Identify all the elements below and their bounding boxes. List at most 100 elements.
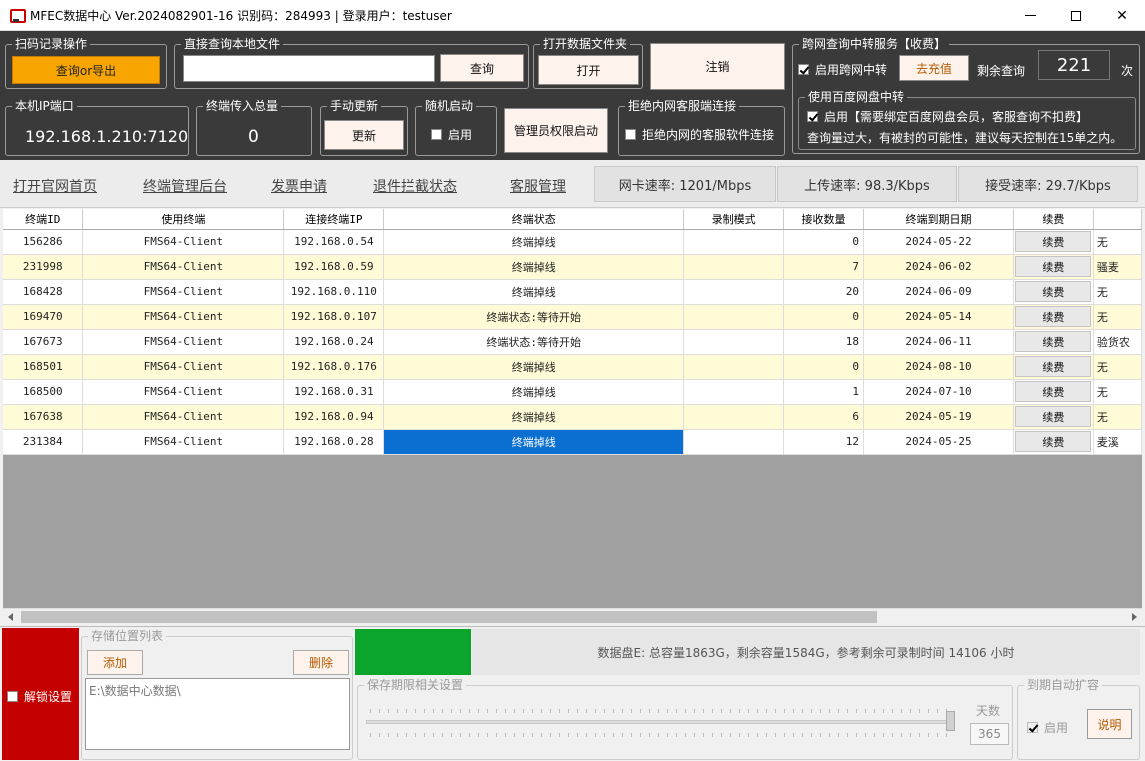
cell-terminal-id[interactable]: 168428 — [3, 279, 84, 305]
query-export-button[interactable]: 查询or导出 — [12, 56, 160, 84]
cell-client[interactable]: FMS64-Client — [82, 329, 285, 355]
cell-renew[interactable]: 续费 — [1013, 229, 1094, 255]
renew-button[interactable]: 续费 — [1015, 231, 1092, 252]
col-receive-count[interactable]: 接收数量 — [783, 209, 865, 230]
cell-note[interactable]: 骚麦 — [1093, 254, 1142, 280]
cell-terminal-id[interactable]: 168500 — [3, 379, 84, 405]
baidu-enable-checkbox[interactable]: 启用【需要绑定百度网盘会员，客服查询不扣费】 — [807, 108, 1088, 125]
cell-ip[interactable]: 192.168.0.94 — [283, 404, 385, 430]
auto-extend-checkbox[interactable]: 启用 — [1027, 719, 1068, 736]
cell-client[interactable]: FMS64-Client — [82, 429, 285, 455]
cell-terminal-id[interactable]: 167638 — [3, 404, 84, 430]
reject-lan-checkbox[interactable]: 拒绝内网的客服软件连接 — [625, 126, 774, 143]
close-button[interactable]: ✕ — [1099, 0, 1145, 31]
cell-record-mode[interactable] — [683, 304, 785, 330]
cell-status[interactable]: 终端掉线 — [383, 354, 685, 380]
cell-note[interactable]: 无 — [1093, 279, 1142, 305]
cell-ip[interactable]: 192.168.0.176 — [283, 354, 385, 380]
renew-button[interactable]: 续费 — [1015, 281, 1092, 302]
col-terminal-id[interactable]: 终端ID — [3, 209, 84, 230]
nav-official-site[interactable]: 打开官网首页 — [13, 176, 97, 196]
cell-receive-count[interactable]: 7 — [783, 254, 865, 280]
cell-receive-count[interactable]: 0 — [783, 354, 865, 380]
cell-terminal-id[interactable]: 231384 — [3, 429, 84, 455]
cell-status[interactable]: 终端掉线 — [383, 379, 685, 405]
nav-return-intercept[interactable]: 退件拦截状态 — [373, 176, 457, 196]
cell-renew[interactable]: 续费 — [1013, 429, 1094, 455]
col-expiry[interactable]: 终端到期日期 — [863, 209, 1014, 230]
nav-terminal-admin[interactable]: 终端管理后台 — [143, 176, 227, 196]
cell-receive-count[interactable]: 1 — [783, 379, 865, 405]
renew-button[interactable]: 续费 — [1015, 381, 1092, 402]
random-start-checkbox[interactable]: 启用 — [431, 126, 472, 143]
local-file-input[interactable] — [183, 55, 435, 82]
cell-receive-count[interactable]: 0 — [783, 304, 865, 330]
cell-renew[interactable]: 续费 — [1013, 254, 1094, 280]
cell-expiry[interactable]: 2024-08-10 — [863, 354, 1014, 380]
horizontal-scrollbar[interactable] — [3, 608, 1142, 625]
delete-storage-button[interactable]: 删除 — [293, 650, 349, 675]
local-query-button[interactable]: 查询 — [440, 54, 524, 82]
minimize-button[interactable] — [1007, 0, 1053, 31]
cell-renew[interactable]: 续费 — [1013, 354, 1094, 380]
cell-note[interactable]: 验货农 — [1093, 329, 1142, 355]
cell-renew[interactable]: 续费 — [1013, 279, 1094, 305]
cell-ip[interactable]: 192.168.0.31 — [283, 379, 385, 405]
table-row[interactable]: 231998 FMS64-Client 192.168.0.59 终端掉线 7 2024-… — [3, 254, 1142, 280]
cell-ip[interactable]: 192.168.0.107 — [283, 304, 385, 330]
cell-record-mode[interactable] — [683, 429, 785, 455]
nav-customer-service[interactable]: 客服管理 — [510, 176, 566, 196]
cell-client[interactable]: FMS64-Client — [82, 304, 285, 330]
retention-slider-thumb[interactable] — [946, 711, 955, 731]
table-row[interactable]: 168428 FMS64-Client 192.168.0.110 终端掉线 20 202… — [3, 279, 1142, 305]
cell-note[interactable]: 无 — [1093, 404, 1142, 430]
cell-client[interactable]: FMS64-Client — [82, 379, 285, 405]
cell-client[interactable]: FMS64-Client — [82, 354, 285, 380]
cell-status[interactable]: 终端掉线 — [383, 254, 685, 280]
cell-terminal-id[interactable]: 231998 — [3, 254, 84, 280]
cell-terminal-id[interactable]: 167673 — [3, 329, 84, 355]
help-button[interactable]: 说明 — [1087, 709, 1132, 739]
cell-record-mode[interactable] — [683, 329, 785, 355]
cell-terminal-id[interactable]: 169470 — [3, 304, 84, 330]
cell-renew[interactable]: 续费 — [1013, 379, 1094, 405]
cell-status[interactable]: 终端掉线 — [383, 429, 685, 455]
cell-receive-count[interactable]: 20 — [783, 279, 865, 305]
cell-renew[interactable]: 续费 — [1013, 329, 1094, 355]
col-client[interactable]: 使用终端 — [82, 209, 285, 230]
storage-list[interactable]: E:\数据中心数据\ — [85, 678, 350, 750]
col-note[interactable] — [1093, 209, 1142, 230]
col-status[interactable]: 终端状态 — [383, 209, 685, 230]
storage-path[interactable]: E:\数据中心数据\ — [89, 684, 181, 698]
add-storage-button[interactable]: 添加 — [87, 650, 143, 675]
cell-note[interactable]: 麦溪 — [1093, 429, 1142, 455]
renew-button[interactable]: 续费 — [1015, 306, 1092, 327]
cell-expiry[interactable]: 2024-05-19 — [863, 404, 1014, 430]
relay-enable-checkbox[interactable]: 启用跨网中转 — [798, 61, 887, 78]
cell-expiry[interactable]: 2024-07-10 — [863, 379, 1014, 405]
cell-terminal-id[interactable]: 168501 — [3, 354, 84, 380]
renew-button[interactable]: 续费 — [1015, 331, 1092, 352]
cell-record-mode[interactable] — [683, 379, 785, 405]
renew-button[interactable]: 续费 — [1015, 256, 1092, 277]
cell-client[interactable]: FMS64-Client — [82, 229, 285, 255]
table-row[interactable]: 167638 FMS64-Client 192.168.0.94 终端掉线 6 2024-… — [3, 404, 1142, 430]
renew-button[interactable]: 续费 — [1015, 406, 1092, 427]
cell-ip[interactable]: 192.168.0.24 — [283, 329, 385, 355]
update-button[interactable]: 更新 — [324, 120, 404, 150]
retention-slider-track[interactable] — [366, 720, 954, 724]
cell-status[interactable]: 终端状态:等待开始 — [383, 304, 685, 330]
table-row[interactable]: 169470 FMS64-Client 192.168.0.107 终端状态:等待开始… — [3, 304, 1142, 330]
cell-client[interactable]: FMS64-Client — [82, 254, 285, 280]
maximize-button[interactable] — [1053, 0, 1099, 31]
cell-ip[interactable]: 192.168.0.110 — [283, 279, 385, 305]
scroll-right-icon[interactable] — [1132, 613, 1137, 621]
table-row[interactable]: 168500 FMS64-Client 192.168.0.31 终端掉线 1 2024-… — [3, 379, 1142, 405]
cell-ip[interactable]: 192.168.0.54 — [283, 229, 385, 255]
cell-status[interactable]: 终端掉线 — [383, 279, 685, 305]
cell-status[interactable]: 终端掉线 — [383, 404, 685, 430]
cell-receive-count[interactable]: 18 — [783, 329, 865, 355]
cell-ip[interactable]: 192.168.0.28 — [283, 429, 385, 455]
unlock-checkbox[interactable]: 解锁设置 — [7, 688, 72, 705]
table-row[interactable]: 156286 FMS64-Client 192.168.0.54 终端掉线 0 2024-… — [3, 229, 1142, 255]
